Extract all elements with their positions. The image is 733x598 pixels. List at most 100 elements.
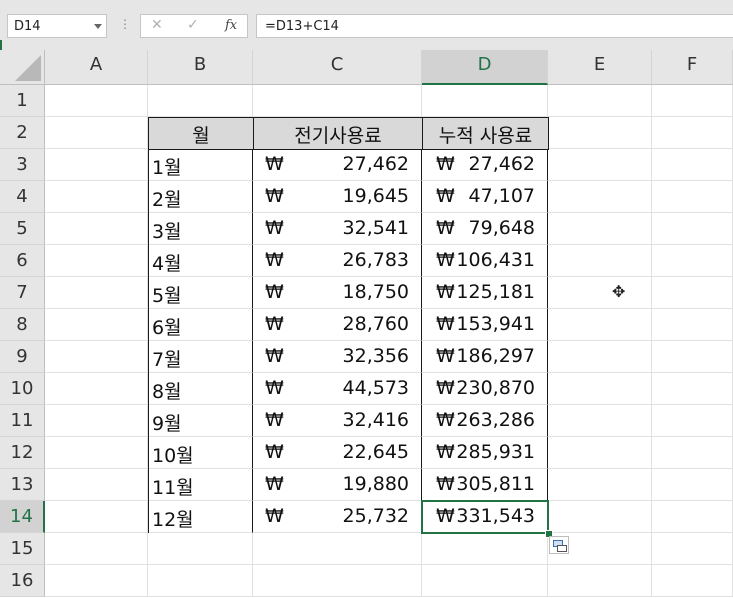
cancel-icon[interactable]: ✕ bbox=[151, 17, 163, 33]
cell-f7[interactable] bbox=[652, 277, 733, 309]
month-cell[interactable]: 11월 bbox=[148, 469, 253, 501]
row-header-5[interactable]: 5 bbox=[0, 213, 45, 245]
usage-cell[interactable]: ₩18,750 bbox=[253, 277, 422, 309]
cell-c16[interactable] bbox=[253, 565, 422, 597]
cell-e5[interactable] bbox=[548, 213, 652, 245]
cell-f6[interactable] bbox=[652, 245, 733, 277]
chevron-down-icon[interactable] bbox=[94, 24, 102, 29]
cell-a14[interactable] bbox=[45, 501, 148, 533]
name-box[interactable]: D14 bbox=[7, 14, 107, 38]
cell-e11[interactable] bbox=[548, 405, 652, 437]
column-header-d[interactable]: D bbox=[422, 50, 548, 85]
month-cell[interactable]: 12월 bbox=[148, 501, 253, 533]
cell-b1[interactable] bbox=[148, 85, 253, 117]
cell-f10[interactable] bbox=[652, 373, 733, 405]
row-header-14[interactable]: 14 bbox=[0, 501, 45, 533]
cumulative-cell[interactable]: ₩153,941 bbox=[422, 309, 548, 341]
month-cell[interactable]: 4월 bbox=[148, 245, 253, 277]
cell-a12[interactable] bbox=[45, 437, 148, 469]
cell-e7[interactable] bbox=[548, 277, 652, 309]
usage-cell[interactable]: ₩26,783 bbox=[253, 245, 422, 277]
cell-e12[interactable] bbox=[548, 437, 652, 469]
column-header-b[interactable]: B bbox=[148, 50, 253, 85]
cell-a7[interactable] bbox=[45, 277, 148, 309]
month-cell[interactable]: 7월 bbox=[148, 341, 253, 373]
cell-f15[interactable] bbox=[652, 533, 733, 565]
row-header-16[interactable]: 16 bbox=[0, 565, 45, 597]
cell-e3[interactable] bbox=[548, 149, 652, 181]
row-header-13[interactable]: 13 bbox=[0, 469, 45, 501]
row-header-4[interactable]: 4 bbox=[0, 181, 45, 213]
cell-a10[interactable] bbox=[45, 373, 148, 405]
usage-cell[interactable]: ₩32,356 bbox=[253, 341, 422, 373]
cell-e16[interactable] bbox=[548, 565, 652, 597]
cell-e14[interactable] bbox=[548, 501, 652, 533]
row-header-6[interactable]: 6 bbox=[0, 245, 45, 277]
check-icon[interactable]: ✓ bbox=[187, 17, 199, 33]
cumulative-cell[interactable]: ₩106,431 bbox=[422, 245, 548, 277]
cumulative-cell[interactable]: ₩263,286 bbox=[422, 405, 548, 437]
month-cell[interactable]: 2월 bbox=[148, 181, 253, 213]
cell-a5[interactable] bbox=[45, 213, 148, 245]
usage-cell[interactable]: ₩27,462 bbox=[253, 149, 422, 181]
cell-f8[interactable] bbox=[652, 309, 733, 341]
usage-cell[interactable]: ₩32,416 bbox=[253, 405, 422, 437]
month-cell[interactable]: 9월 bbox=[148, 405, 253, 437]
month-cell[interactable]: 5월 bbox=[148, 277, 253, 309]
cell-e1[interactable] bbox=[548, 85, 652, 117]
cell-d1[interactable] bbox=[422, 85, 548, 117]
month-cell[interactable]: 6월 bbox=[148, 309, 253, 341]
cell-a15[interactable] bbox=[45, 533, 148, 565]
cell-d15[interactable] bbox=[422, 533, 548, 565]
cell-e9[interactable] bbox=[548, 341, 652, 373]
usage-cell[interactable]: ₩19,645 bbox=[253, 181, 422, 213]
cell-c1[interactable] bbox=[253, 85, 422, 117]
cell-f3[interactable] bbox=[652, 149, 733, 181]
row-header-11[interactable]: 11 bbox=[0, 405, 45, 437]
cell-e10[interactable] bbox=[548, 373, 652, 405]
cell-e6[interactable] bbox=[548, 245, 652, 277]
cell-f9[interactable] bbox=[652, 341, 733, 373]
cell-a9[interactable] bbox=[45, 341, 148, 373]
usage-cell[interactable]: ₩32,541 bbox=[253, 213, 422, 245]
cell-a16[interactable] bbox=[45, 565, 148, 597]
row-header-7[interactable]: 7 bbox=[0, 277, 45, 309]
cumulative-cell[interactable]: ₩79,648 bbox=[422, 213, 548, 245]
select-all-button[interactable] bbox=[0, 50, 45, 85]
month-cell[interactable]: 8월 bbox=[148, 373, 253, 405]
cell-f4[interactable] bbox=[652, 181, 733, 213]
cell-f5[interactable] bbox=[652, 213, 733, 245]
cumulative-cell[interactable]: ₩186,297 bbox=[422, 341, 548, 373]
row-header-1[interactable]: 1 bbox=[0, 85, 45, 117]
cell-f12[interactable] bbox=[652, 437, 733, 469]
cell-a3[interactable] bbox=[45, 149, 148, 181]
cell-d16[interactable] bbox=[422, 565, 548, 597]
cell-b15[interactable] bbox=[148, 533, 253, 565]
cell-e4[interactable] bbox=[548, 181, 652, 213]
cell-e8[interactable] bbox=[548, 309, 652, 341]
worksheet-grid[interactable]: A B C D E F 1 2 3 4 5 6 7 8 9 10 11 12 13 14 15 16 월 전기사용료 누적 사용… bbox=[0, 50, 733, 598]
cell-f11[interactable] bbox=[652, 405, 733, 437]
usage-cell[interactable]: ₩25,732 bbox=[253, 501, 422, 533]
cumulative-cell[interactable]: ₩331,543 bbox=[422, 501, 548, 533]
usage-cell[interactable]: ₩28,760 bbox=[253, 309, 422, 341]
column-header-f[interactable]: F bbox=[652, 50, 733, 85]
row-header-9[interactable]: 9 bbox=[0, 341, 45, 373]
row-header-10[interactable]: 10 bbox=[0, 373, 45, 405]
cumulative-cell[interactable]: ₩230,870 bbox=[422, 373, 548, 405]
cell-a6[interactable] bbox=[45, 245, 148, 277]
cumulative-cell[interactable]: ₩285,931 bbox=[422, 437, 548, 469]
formula-input[interactable]: =D13+C14 bbox=[256, 14, 733, 38]
cell-a13[interactable] bbox=[45, 469, 148, 501]
usage-cell[interactable]: ₩44,573 bbox=[253, 373, 422, 405]
cell-a2[interactable] bbox=[45, 117, 148, 149]
column-header-c[interactable]: C bbox=[253, 50, 422, 85]
cumulative-cell[interactable]: ₩47,107 bbox=[422, 181, 548, 213]
cumulative-cell[interactable]: ₩305,811 bbox=[422, 469, 548, 501]
column-header-a[interactable]: A bbox=[45, 50, 148, 85]
month-cell[interactable]: 10월 bbox=[148, 437, 253, 469]
cell-a1[interactable] bbox=[45, 85, 148, 117]
cell-f1[interactable] bbox=[652, 85, 733, 117]
insert-function-icon[interactable]: fx bbox=[225, 18, 237, 33]
cell-a8[interactable] bbox=[45, 309, 148, 341]
